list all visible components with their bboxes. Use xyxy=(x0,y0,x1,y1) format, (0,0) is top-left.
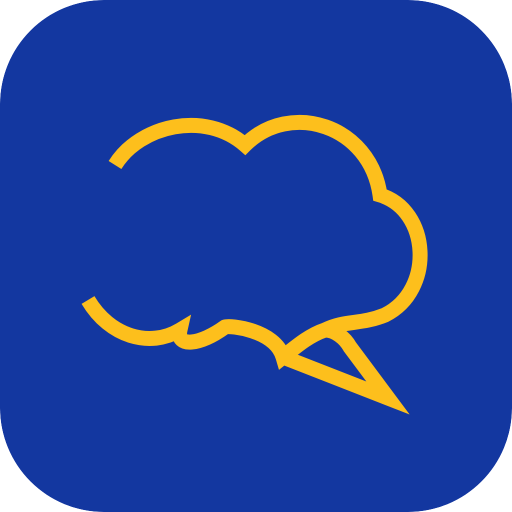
app-icon-background xyxy=(0,0,512,512)
app-icon[interactable] xyxy=(0,0,512,512)
app-icon-graphic xyxy=(0,0,512,512)
